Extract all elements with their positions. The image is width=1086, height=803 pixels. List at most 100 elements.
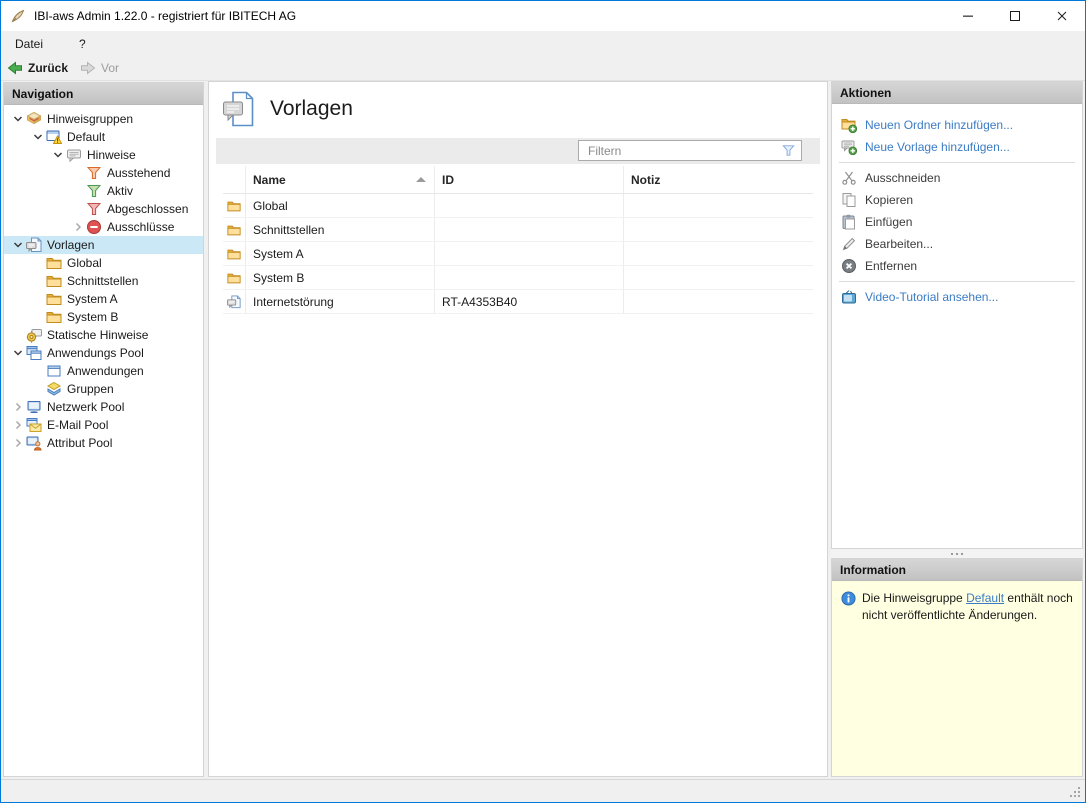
back-label: Zurück (28, 61, 68, 75)
menu-datei[interactable]: Datei (1, 31, 52, 56)
action-add-folder[interactable]: Neuen Ordner hinzufügen... (832, 114, 1082, 136)
minimize-button[interactable] (944, 1, 991, 31)
nav-item-aktiv[interactable]: Aktiv (4, 182, 203, 200)
action-remove[interactable]: Entfernen (832, 255, 1082, 277)
nav-label: E-Mail Pool (47, 418, 108, 432)
nav-item-abgeschlossen[interactable]: Abgeschlossen (4, 200, 203, 218)
table-row[interactable]: System B (223, 266, 813, 290)
nav-item-vorlagen-selected[interactable]: Vorlagen (4, 236, 203, 254)
chevron-placeholder (70, 165, 86, 181)
nav-label: Anwendungs Pool (47, 346, 144, 360)
chevron-placeholder (70, 201, 86, 217)
table-row[interactable]: Global (223, 194, 813, 218)
nav-item-netzwerk-pool[interactable]: Netzwerk Pool (4, 398, 203, 416)
action-label: Video-Tutorial ansehen... (865, 290, 998, 304)
app-window: IBI-aws Admin 1.22.0 - registriert für I… (0, 0, 1086, 803)
nav-item-global[interactable]: Global (4, 254, 203, 272)
chevron-collapsed-icon[interactable] (10, 435, 26, 451)
panel-splitter[interactable] (831, 549, 1083, 558)
app-pool-icon (26, 345, 42, 361)
table-header-row: Name ID Notiz (223, 166, 813, 194)
information-body: Die Hinweisgruppe Default enthält noch n… (832, 581, 1082, 623)
chevron-placeholder (10, 327, 26, 343)
action-label: Einfügen (865, 215, 912, 229)
table-row[interactable]: System A (223, 242, 813, 266)
nav-label: Global (67, 256, 102, 270)
actions-separator (839, 162, 1075, 163)
nav-item-anwendungen[interactable]: Anwendungen (4, 362, 203, 380)
cell-id: RT-A4353B40 (442, 295, 517, 309)
nav-item-statische-hinweise[interactable]: Statische Hinweise (4, 326, 203, 344)
nav-item-default[interactable]: Default (4, 128, 203, 146)
column-header-notiz[interactable]: Notiz (624, 166, 813, 194)
action-paste[interactable]: Einfügen (832, 211, 1082, 233)
resize-grip[interactable] (1069, 786, 1081, 798)
navigation-header: Navigation (4, 83, 203, 105)
actions-panel: Aktionen Neuen Ordner hinzufügen... Neue… (831, 81, 1083, 549)
sort-ascending-icon (416, 177, 426, 182)
nav-item-hinweise[interactable]: Hinweise (4, 146, 203, 164)
nav-item-ausschluesse[interactable]: Ausschlüsse (4, 218, 203, 236)
window-controls (944, 1, 1085, 31)
nav-item-gruppen[interactable]: Gruppen (4, 380, 203, 398)
chevron-expanded-icon[interactable] (10, 237, 26, 253)
menu-help[interactable]: ? (70, 31, 95, 56)
action-video-tutorial[interactable]: Video-Tutorial ansehen... (832, 286, 1082, 308)
folder-icon (227, 271, 241, 285)
nav-label: Default (67, 130, 105, 144)
column-header-name[interactable]: Name (246, 166, 435, 194)
nav-label: Gruppen (67, 382, 114, 396)
chevron-placeholder (30, 381, 46, 397)
chevron-expanded-icon[interactable] (10, 345, 26, 361)
information-panel: Information Die Hinweisgruppe Default en… (831, 558, 1083, 777)
nav-item-schnittstellen[interactable]: Schnittstellen (4, 272, 203, 290)
default-group-link[interactable]: Default (966, 591, 1004, 605)
back-button[interactable]: Zurück (1, 56, 74, 80)
actions-list: Neuen Ordner hinzufügen... Neue Vorlage … (832, 104, 1082, 308)
table-row[interactable]: Internetstörung RT-A4353B40 (223, 290, 813, 314)
chevron-collapsed-icon[interactable] (10, 417, 26, 433)
folder-icon (46, 309, 62, 325)
nav-label: Hinweisgruppen (47, 112, 133, 126)
template-icon (227, 295, 241, 309)
filter-funnel-icon[interactable] (781, 143, 796, 158)
action-copy[interactable]: Kopieren (832, 189, 1082, 211)
chevron-expanded-icon[interactable] (30, 129, 46, 145)
nav-label: Anwendungen (67, 364, 144, 378)
action-edit[interactable]: Bearbeiten... (832, 233, 1082, 255)
chevron-collapsed-icon[interactable] (70, 219, 86, 235)
action-cut[interactable]: Ausschneiden (832, 167, 1082, 189)
chevron-collapsed-icon[interactable] (10, 399, 26, 415)
attribute-icon (26, 435, 42, 451)
chevron-expanded-icon[interactable] (10, 111, 26, 127)
chevron-placeholder (30, 255, 46, 271)
nav-item-anwendungs-pool[interactable]: Anwendungs Pool (4, 344, 203, 362)
nav-item-hinweisgruppen[interactable]: Hinweisgruppen (4, 110, 203, 128)
paste-icon (841, 214, 857, 230)
maximize-button[interactable] (991, 1, 1038, 31)
forward-label: Vor (101, 61, 119, 75)
column-header-icon[interactable] (223, 166, 246, 194)
nav-item-ausstehend[interactable]: Ausstehend (4, 164, 203, 182)
forward-button[interactable]: Vor (74, 56, 125, 80)
nav-item-system-b[interactable]: System B (4, 308, 203, 326)
exclude-icon (86, 219, 102, 235)
action-label: Entfernen (865, 259, 917, 273)
email-icon (26, 417, 42, 433)
table-row[interactable]: Schnittstellen (223, 218, 813, 242)
chevron-expanded-icon[interactable] (50, 147, 66, 163)
navigation-tree: Hinweisgruppen Default Hinweise Ausstehe… (4, 105, 203, 452)
action-add-template[interactable]: Neue Vorlage hinzufügen... (832, 136, 1082, 158)
nav-item-attribut-pool[interactable]: Attribut Pool (4, 434, 203, 452)
template-icon (26, 237, 42, 253)
menu-datei-label: Datei (15, 37, 43, 51)
nav-item-email-pool[interactable]: E-Mail Pool (4, 416, 203, 434)
speech-bubble-icon (66, 147, 82, 163)
close-button[interactable] (1038, 1, 1085, 31)
filter-input[interactable] (579, 144, 781, 158)
folder-icon (227, 199, 241, 213)
column-header-id[interactable]: ID (435, 166, 624, 194)
nav-item-system-a[interactable]: System A (4, 290, 203, 308)
title-bar[interactable]: IBI-aws Admin 1.22.0 - registriert für I… (1, 1, 1085, 31)
nav-label: Vorlagen (47, 238, 94, 252)
